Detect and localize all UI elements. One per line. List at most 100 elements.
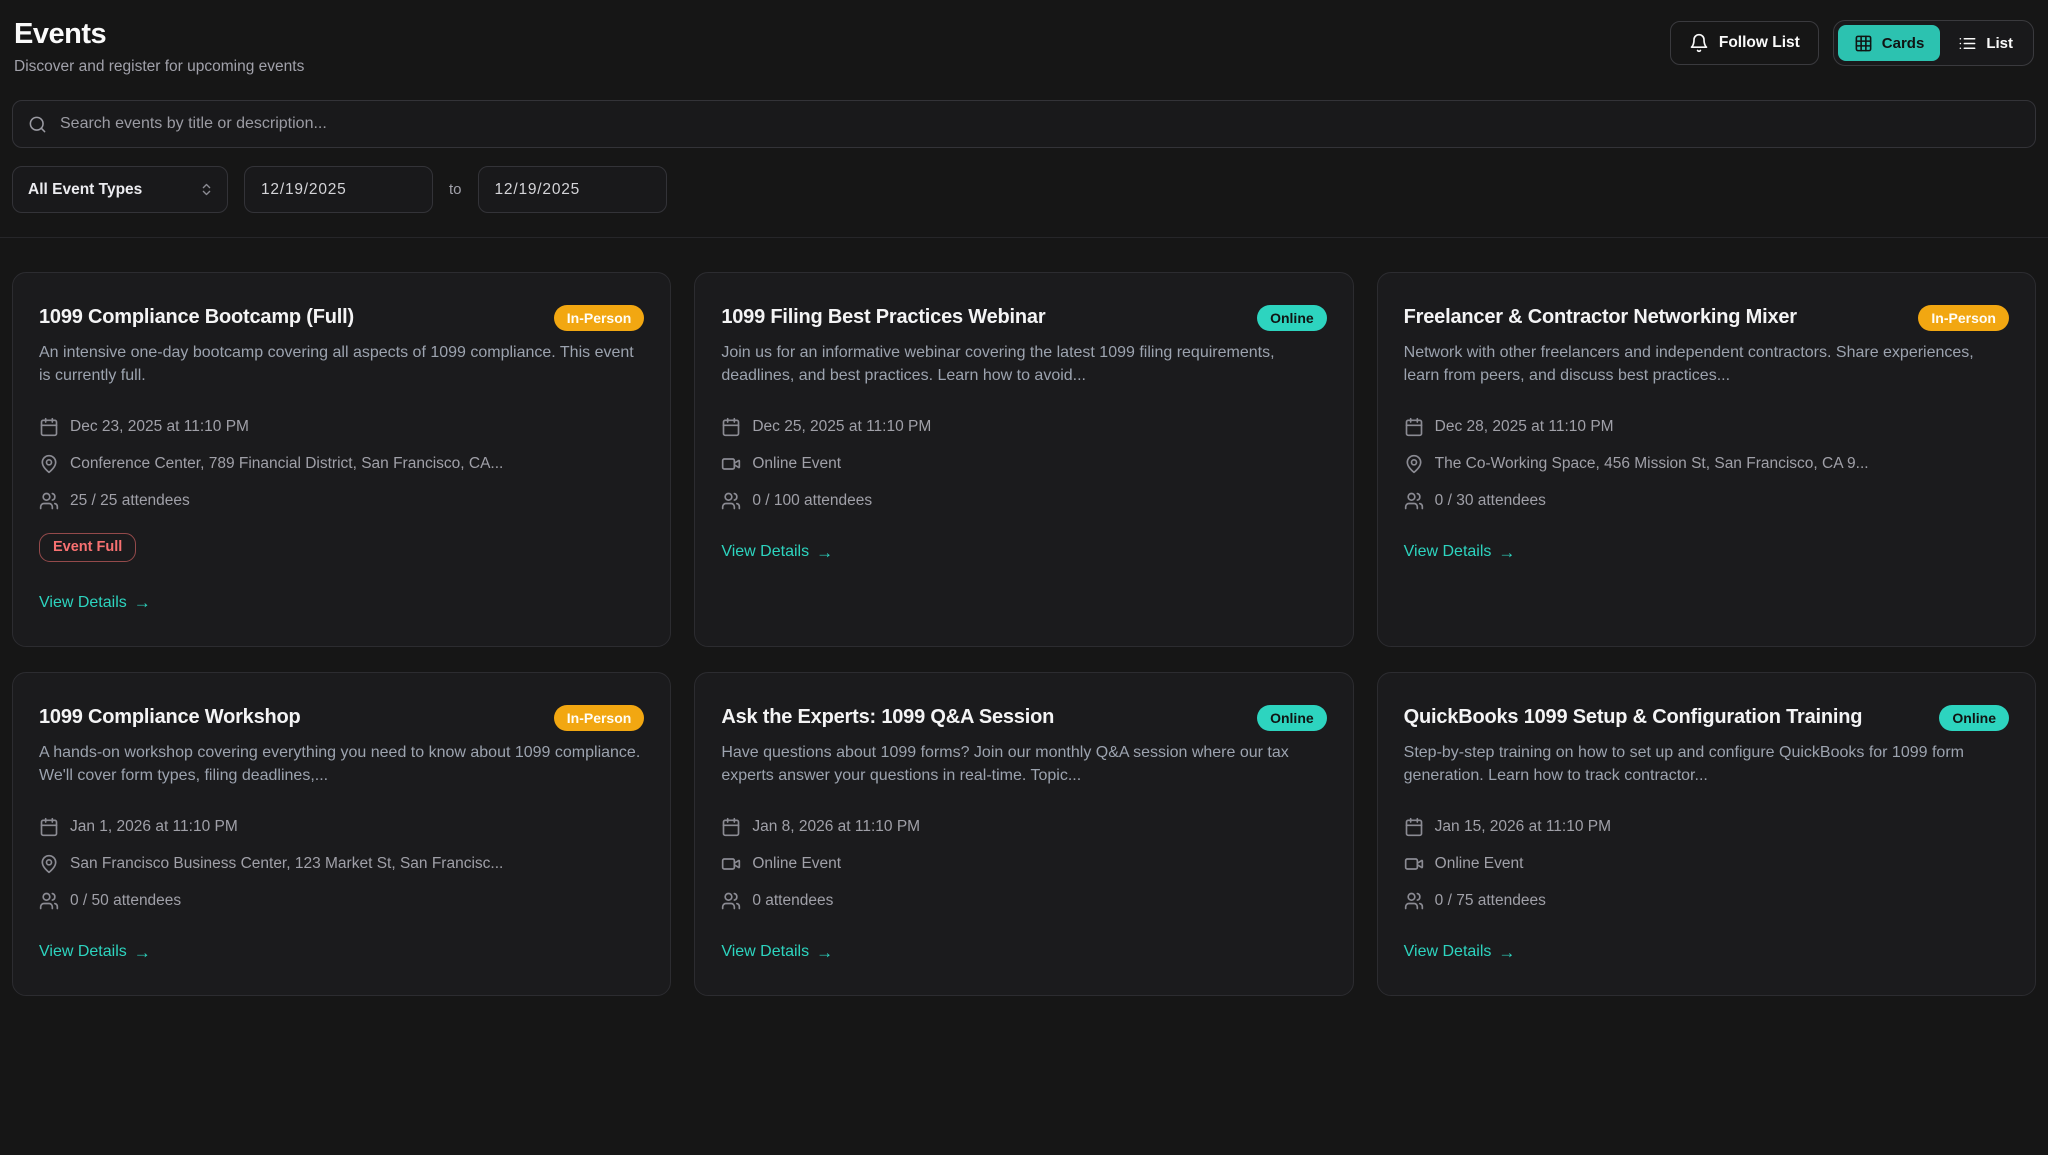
- calendar-icon: [39, 817, 59, 837]
- event-venue: Conference Center, 789 Financial Distric…: [70, 455, 644, 473]
- bell-icon: [1689, 33, 1709, 53]
- event-description: Network with other freelancers and indep…: [1404, 341, 2009, 387]
- event-venue: Online Event: [752, 455, 1326, 473]
- event-attendees: 0 / 50 attendees: [70, 892, 181, 910]
- event-type-badge: In-Person: [1918, 305, 2009, 331]
- search-bar: [12, 100, 2036, 148]
- view-details-label: View Details: [721, 543, 809, 561]
- chevrons-up-down-icon: [199, 182, 214, 197]
- event-venue-row: Conference Center, 789 Financial Distric…: [39, 454, 644, 474]
- search-icon: [28, 115, 47, 134]
- event-attendees-row: 0 / 50 attendees: [39, 891, 644, 911]
- event-attendees: 0 / 30 attendees: [1435, 492, 1546, 510]
- calendar-icon: [1404, 817, 1424, 837]
- event-attendees-row: 0 / 75 attendees: [1404, 891, 2009, 911]
- event-attendees: 25 / 25 attendees: [70, 492, 190, 510]
- event-attendees-row: 0 / 30 attendees: [1404, 491, 2009, 511]
- search-input[interactable]: [58, 114, 2020, 134]
- event-venue: Online Event: [1435, 855, 2009, 873]
- calendar-icon: [1404, 417, 1424, 437]
- event-card-header: 1099 Compliance Bootcamp (Full) In-Perso…: [39, 303, 644, 331]
- event-date: Dec 23, 2025 at 11:10 PM: [70, 418, 249, 436]
- event-title: 1099 Compliance Workshop: [39, 703, 301, 731]
- arrow-right-icon: →: [134, 944, 151, 961]
- video-icon: [721, 854, 741, 874]
- view-details-link[interactable]: View Details →: [39, 943, 151, 961]
- page-title: Events: [14, 18, 304, 51]
- calendar-icon: [721, 817, 741, 837]
- event-venue: The Co-Working Space, 456 Mission St, Sa…: [1435, 455, 2009, 473]
- event-card: 1099 Compliance Workshop In-Person A han…: [12, 672, 671, 996]
- map-pin-icon: [39, 854, 59, 874]
- event-card-header: 1099 Compliance Workshop In-Person: [39, 703, 644, 731]
- event-description: Step-by-step training on how to set up a…: [1404, 741, 2009, 787]
- list-icon: [1958, 34, 1977, 53]
- event-venue: San Francisco Business Center, 123 Marke…: [70, 855, 644, 873]
- arrow-right-icon: →: [816, 944, 833, 961]
- header-actions: Follow List Cards List: [1670, 20, 2034, 66]
- event-description: Have questions about 1099 forms? Join ou…: [721, 741, 1326, 787]
- event-title: Freelancer & Contractor Networking Mixer: [1404, 303, 1797, 331]
- follow-list-button[interactable]: Follow List: [1670, 21, 1819, 65]
- page-header: Events Discover and register for upcomin…: [12, 18, 2036, 76]
- event-date-row: Dec 23, 2025 at 11:10 PM: [39, 417, 644, 437]
- event-meta: Dec 28, 2025 at 11:10 PM The Co-Working …: [1404, 417, 2009, 511]
- view-details-label: View Details: [1404, 943, 1492, 961]
- event-venue-row: Online Event: [1404, 854, 2009, 874]
- event-venue-row: The Co-Working Space, 456 Mission St, Sa…: [1404, 454, 2009, 474]
- users-icon: [39, 491, 59, 511]
- event-type-select-value: All Event Types: [28, 181, 142, 199]
- view-details-link[interactable]: View Details →: [1404, 943, 1516, 961]
- calendar-icon: [39, 417, 59, 437]
- video-icon: [721, 454, 741, 474]
- event-date: Dec 25, 2025 at 11:10 PM: [752, 418, 931, 436]
- view-details-link[interactable]: View Details →: [721, 543, 833, 561]
- view-details-label: View Details: [39, 594, 127, 612]
- event-card-header: Ask the Experts: 1099 Q&A Session Online: [721, 703, 1326, 731]
- event-type-select[interactable]: All Event Types: [12, 166, 228, 213]
- event-card: 1099 Filing Best Practices Webinar Onlin…: [694, 272, 1353, 647]
- users-icon: [39, 891, 59, 911]
- event-card: QuickBooks 1099 Setup & Configuration Tr…: [1377, 672, 2036, 996]
- view-details-link[interactable]: View Details →: [39, 594, 151, 612]
- event-card-header: 1099 Filing Best Practices Webinar Onlin…: [721, 303, 1326, 331]
- filter-bar: All Event Types 12/19/2025 to 12/19/2025: [12, 166, 2036, 213]
- view-details-label: View Details: [1404, 543, 1492, 561]
- event-date-row: Jan 15, 2026 at 11:10 PM: [1404, 817, 2009, 837]
- event-type-badge: Online: [1257, 305, 1327, 331]
- date-to-input[interactable]: 12/19/2025: [478, 166, 667, 213]
- arrow-right-icon: →: [1498, 544, 1515, 561]
- event-attendees: 0 attendees: [752, 892, 833, 910]
- event-meta: Dec 23, 2025 at 11:10 PM Conference Cent…: [39, 417, 644, 511]
- event-date-row: Dec 28, 2025 at 11:10 PM: [1404, 417, 2009, 437]
- date-from-input[interactable]: 12/19/2025: [244, 166, 433, 213]
- view-toggle-cards[interactable]: Cards: [1838, 25, 1941, 61]
- event-meta: Dec 25, 2025 at 11:10 PM Online Event 0 …: [721, 417, 1326, 511]
- follow-list-label: Follow List: [1719, 34, 1800, 52]
- event-venue-row: Online Event: [721, 454, 1326, 474]
- users-icon: [1404, 491, 1424, 511]
- event-attendees-row: 25 / 25 attendees: [39, 491, 644, 511]
- view-details-link[interactable]: View Details →: [1404, 543, 1516, 561]
- event-card: Freelancer & Contractor Networking Mixer…: [1377, 272, 2036, 647]
- view-details-label: View Details: [39, 943, 127, 961]
- event-title: QuickBooks 1099 Setup & Configuration Tr…: [1404, 703, 1863, 731]
- event-date-row: Jan 8, 2026 at 11:10 PM: [721, 817, 1326, 837]
- event-date-row: Dec 25, 2025 at 11:10 PM: [721, 417, 1326, 437]
- view-toggle-list[interactable]: List: [1942, 25, 2029, 61]
- events-grid: 1099 Compliance Bootcamp (Full) In-Perso…: [12, 272, 2036, 1011]
- view-details-link[interactable]: View Details →: [721, 943, 833, 961]
- view-toggle-list-label: List: [1986, 35, 2013, 52]
- users-icon: [721, 891, 741, 911]
- page-subtitle: Discover and register for upcoming event…: [14, 58, 304, 76]
- event-meta: Jan 8, 2026 at 11:10 PM Online Event 0 a…: [721, 817, 1326, 911]
- event-date: Jan 15, 2026 at 11:10 PM: [1435, 818, 1611, 836]
- event-attendees-row: 0 attendees: [721, 891, 1326, 911]
- event-description: A hands-on workshop covering everything …: [39, 741, 644, 787]
- users-icon: [721, 491, 741, 511]
- event-title: 1099 Filing Best Practices Webinar: [721, 303, 1045, 331]
- event-type-badge: Online: [1257, 705, 1327, 731]
- event-attendees: 0 / 75 attendees: [1435, 892, 1546, 910]
- map-pin-icon: [39, 454, 59, 474]
- event-venue-row: San Francisco Business Center, 123 Marke…: [39, 854, 644, 874]
